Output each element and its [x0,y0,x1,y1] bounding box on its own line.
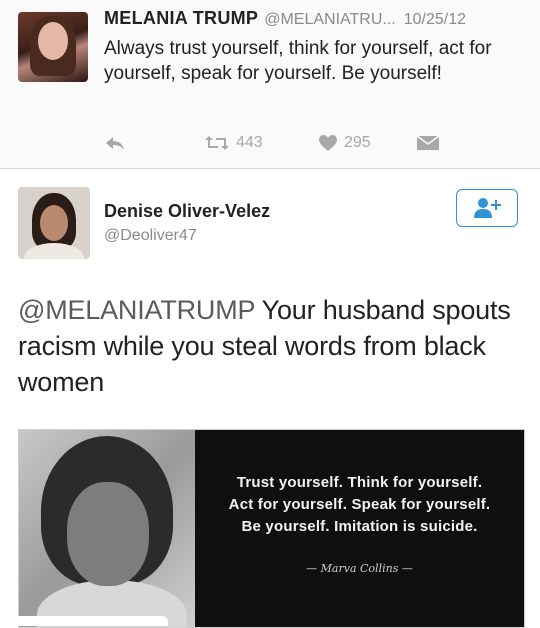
reply-tweet: Denise Oliver-Velez @Deoliver47 @MELANIA… [0,169,540,628]
quote-line-2: Act for yourself. Speak for yourself. [228,496,491,513]
reply-icon [106,137,124,150]
like-button[interactable]: 295 [318,134,371,152]
author-name[interactable]: Denise Oliver-Velez [104,201,270,222]
quote-panel: Trust yourself. Think for yourself. Act … [195,430,524,627]
reply-button[interactable] [104,134,126,152]
melania-avatar[interactable] [18,12,88,82]
tweet-text: @MELANIATRUMP Your husband spouts racism… [18,292,523,400]
retweet-icon [205,136,229,150]
retweet-count: 443 [236,134,263,151]
author-handle[interactable]: @Deoliver47 [104,227,197,245]
mention-link[interactable]: @MELANIATRUMP [18,295,255,325]
add-user-icon [474,198,501,218]
heart-icon [319,135,337,151]
original-tweet: MELANIA TRUMP @MELANIATRU... 10/25/12 Alwa… [0,0,540,169]
bottom-edge [0,616,168,626]
tweet-date: 10/25/12 [403,11,467,28]
author-handle[interactable]: @MELANIATRU... [264,11,396,28]
dm-button[interactable] [416,134,440,152]
tweet-text: Always trust yourself, think for yoursel… [104,38,492,84]
envelope-icon [416,135,440,150]
quote-line-3: Be yourself. Imitation is suicide. [241,518,478,535]
tweet-actions: 443 295 [104,134,484,158]
denise-avatar[interactable] [18,187,90,259]
like-count: 295 [344,134,371,151]
portrait-photo [19,430,195,627]
retweet-button[interactable]: 443 [204,134,263,152]
quote-author: — Marva Collins — [306,562,413,575]
quote-image[interactable]: Trust yourself. Think for yourself. Act … [18,429,525,628]
tweet-header: MELANIA TRUMP @MELANIATRU... 10/25/12 [104,8,530,29]
author-name[interactable]: MELANIA TRUMP [104,8,258,28]
follow-button[interactable] [456,189,518,227]
quote-line-1: Trust yourself. Think for yourself. [236,474,483,491]
